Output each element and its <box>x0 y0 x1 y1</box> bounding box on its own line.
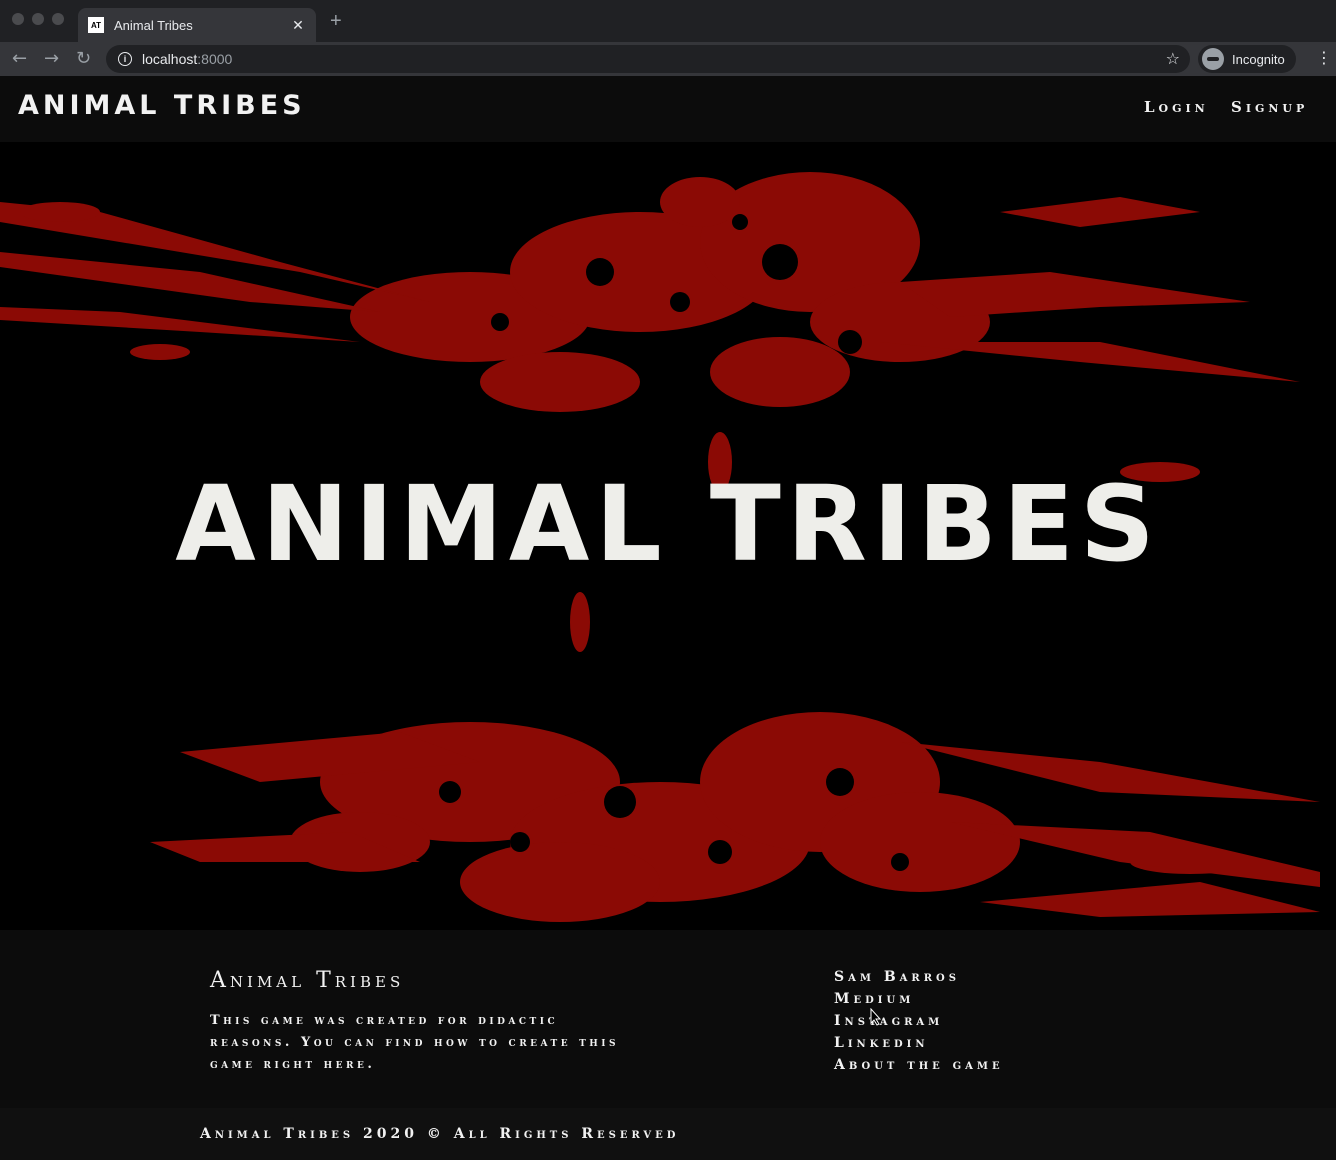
star-icon[interactable]: ☆ <box>1166 49 1180 68</box>
browser-toolbar: ← → ↻ i localhost:8000 ☆ Incognito ⋮ <box>0 42 1336 76</box>
copyright-bar: Animal Tribes 2020 © All Rights Reserved <box>0 1108 1336 1160</box>
incognito-label: Incognito <box>1232 51 1285 67</box>
footer-title: Animal Tribes <box>210 968 405 993</box>
plus-icon[interactable]: + <box>330 10 342 33</box>
browser-titlebar: AT Animal Tribes ✕ + <box>0 0 1336 42</box>
mouse-cursor-icon <box>870 1008 882 1026</box>
copyright-text: Animal Tribes 2020 © All Rights Reserved <box>200 1126 680 1142</box>
site-header: Animal Tribes Login Signup <box>0 76 1336 142</box>
incognito-icon <box>1202 48 1224 70</box>
footer-link-sam-barros[interactable]: Sam Barros <box>834 966 1004 988</box>
hero-title: Animal Tribes <box>175 463 1161 585</box>
footer-link-instagram[interactable]: Instagram <box>834 1010 1004 1032</box>
address-bar[interactable]: i localhost:8000 ☆ <box>106 45 1190 73</box>
incognito-badge[interactable]: Incognito <box>1198 45 1296 73</box>
browser-tab[interactable]: AT Animal Tribes ✕ <box>78 8 316 42</box>
footer-description: This game was created for didactic reaso… <box>210 1013 620 1072</box>
reload-icon[interactable]: ↻ <box>76 48 91 69</box>
menu-icon[interactable]: ⋮ <box>1316 48 1332 67</box>
favicon-icon: AT <box>88 17 104 33</box>
nav-signup-link[interactable]: Signup <box>1231 98 1308 116</box>
url-port: :8000 <box>197 51 233 67</box>
info-icon[interactable]: i <box>118 52 132 66</box>
forward-icon[interactable]: → <box>44 48 59 69</box>
url-host: localhost <box>142 51 198 67</box>
hero-section: Animal Tribes <box>0 142 1336 930</box>
footer-link-about[interactable]: About the game <box>834 1054 1004 1076</box>
window-close-dot[interactable] <box>12 13 24 25</box>
close-icon[interactable]: ✕ <box>290 17 306 34</box>
footer-links: Sam Barros Medium Instagram Linkedin Abo… <box>834 966 1004 1076</box>
back-icon[interactable]: ← <box>12 48 27 69</box>
footer-link-linkedin[interactable]: Linkedin <box>834 1032 1004 1054</box>
footer-link-medium[interactable]: Medium <box>834 988 1004 1010</box>
nav-login-link[interactable]: Login <box>1144 98 1209 116</box>
window-zoom-dot[interactable] <box>52 13 64 25</box>
window-minimize-dot[interactable] <box>32 13 44 25</box>
site-footer: Animal Tribes This game was created for … <box>0 930 1336 1108</box>
site-logo[interactable]: Animal Tribes <box>18 90 306 121</box>
tab-title: Animal Tribes <box>114 17 193 33</box>
